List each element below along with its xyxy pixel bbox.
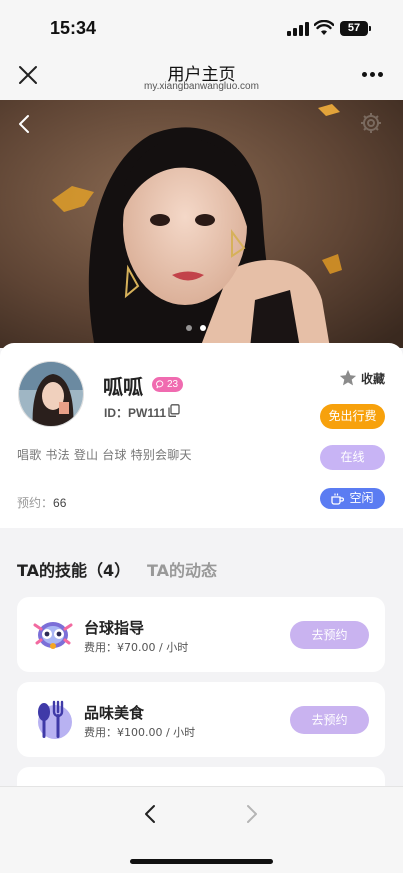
nav-header: 用户主页 my.xiangbanwangluo.com <box>0 50 403 100</box>
food-icon <box>38 700 72 739</box>
page-url: my.xiangbanwangluo.com <box>144 81 259 92</box>
favorite-button[interactable]: 收藏 <box>339 369 385 387</box>
wifi-icon <box>314 20 334 35</box>
back-icon[interactable] <box>17 114 31 134</box>
user-id: ID：PW111 <box>104 406 167 420</box>
booking-value: 66 <box>53 496 67 510</box>
star-icon <box>339 369 357 386</box>
profile-photo <box>0 100 403 348</box>
user-name: 呱呱 <box>103 375 143 399</box>
signal-icon <box>287 22 311 36</box>
skill-price: 费用：¥100.00 / 小时 <box>84 726 196 739</box>
tab-skills[interactable]: TA的技能（4） <box>17 557 130 581</box>
chat-icon <box>156 380 164 389</box>
forward-icon[interactable] <box>245 804 259 824</box>
settings-icon[interactable] <box>360 112 382 134</box>
status-bar: 15:34 57 <box>0 0 403 50</box>
favorite-label: 收藏 <box>361 371 386 386</box>
idle-status: 空闲 <box>320 488 385 509</box>
billiards-icon <box>33 622 73 649</box>
idle-label: 空闲 <box>349 491 374 505</box>
battery-level: 57 <box>347 22 361 34</box>
home-indicator <box>130 859 273 864</box>
book-button[interactable]: 去预约 <box>290 706 369 734</box>
carousel-dot <box>186 325 192 331</box>
skill-card[interactable]: 台球指导 费用：¥70.00 / 小时 去预约 <box>17 597 385 672</box>
avatar[interactable] <box>18 361 84 427</box>
carousel-dot-active <box>200 325 206 331</box>
skill-title: 品味美食 <box>84 704 145 722</box>
message-badge: 23 <box>152 377 184 392</box>
booking-label: 预约： <box>17 496 54 510</box>
battery-icon: 57 <box>340 21 371 36</box>
skill-title: 台球指导 <box>84 619 145 637</box>
cup-icon <box>331 493 345 505</box>
more-icon[interactable] <box>362 72 384 78</box>
badge-count: 23 <box>167 379 179 390</box>
free-travel-badge: 免出行费 <box>320 404 385 429</box>
profile-photo-carousel[interactable] <box>0 100 403 348</box>
booking-count: 预约：66 <box>17 494 66 511</box>
user-tags: 唱歌 书法 登山 台球 特别会聊天 <box>17 448 192 462</box>
book-button[interactable]: 去预约 <box>290 621 369 649</box>
copy-icon[interactable] <box>168 404 180 417</box>
profile-card: 呱呱 23 ID：PW111 收藏 免出行费 唱歌 书法 登山 台球 特别会聊天… <box>0 343 403 528</box>
tab-feed[interactable]: TA的动态 <box>147 557 217 581</box>
skill-card[interactable]: 品味美食 费用：¥100.00 / 小时 去预约 <box>17 682 385 757</box>
status-time: 15:34 <box>50 18 97 38</box>
back-icon[interactable] <box>143 804 157 824</box>
bottom-toolbar <box>0 786 403 873</box>
online-status: 在线 <box>320 445 385 470</box>
skill-price: 费用：¥70.00 / 小时 <box>84 641 189 654</box>
